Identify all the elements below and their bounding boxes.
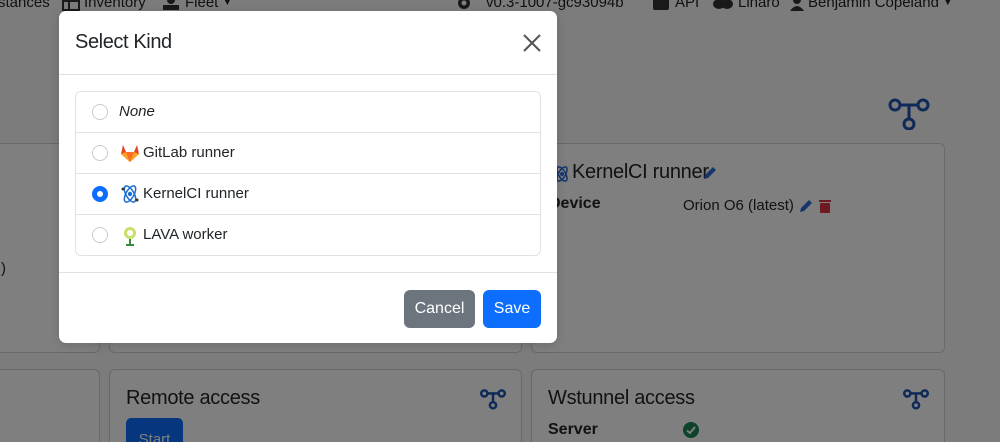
radio-lava-worker[interactable] [92,227,108,243]
modal-body: None GitLab runner KernelCI runner LAVA … [75,91,541,256]
radio-kernelci-runner[interactable] [92,186,108,202]
option-kernelci-runner[interactable]: KernelCI runner [76,174,540,215]
option-lava-worker[interactable]: LAVA worker [76,215,540,255]
gitlab-icon [121,145,139,162]
lava-icon [124,227,136,246]
modal-title: Select Kind [75,31,172,53]
save-button[interactable]: Save [483,290,541,328]
close-button[interactable] [520,31,544,55]
kernelci-icon [121,185,139,203]
cancel-button[interactable]: Cancel [404,290,475,328]
kind-option-list: None GitLab runner KernelCI runner LAVA … [75,91,541,256]
modal-header: Select Kind [59,11,557,75]
option-gitlab-runner[interactable]: GitLab runner [76,133,540,174]
radio-gitlab-runner[interactable] [92,145,108,161]
radio-none[interactable] [92,104,108,120]
modal-footer: Cancel Save [59,272,557,343]
option-none[interactable]: None [76,92,540,133]
select-kind-modal: Select Kind None GitLab runner KernelCI … [59,11,557,343]
close-icon [523,34,541,52]
